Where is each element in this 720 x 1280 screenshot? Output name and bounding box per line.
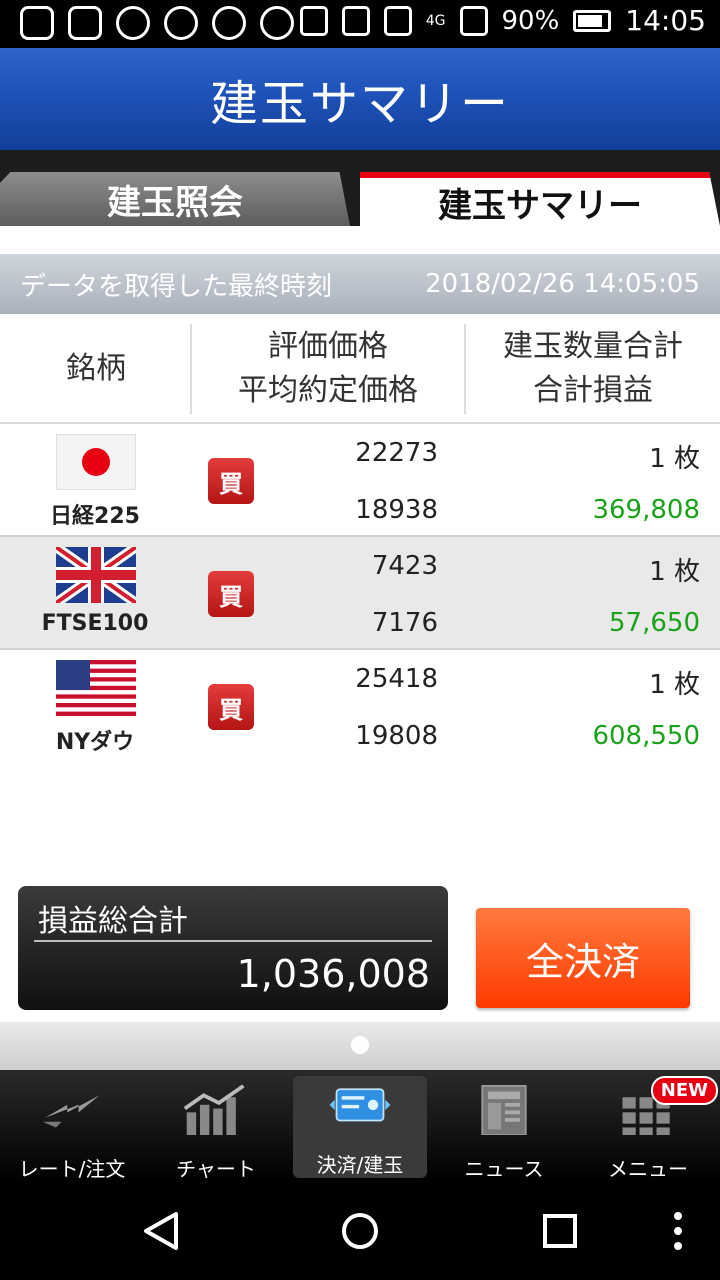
- nav-news[interactable]: ニュース: [432, 1070, 576, 1182]
- back-icon[interactable]: [140, 1210, 180, 1252]
- profit-loss: 57,650: [609, 608, 700, 638]
- symbol-name: 日経225: [50, 504, 140, 529]
- globe-search-icon: [116, 6, 150, 40]
- nav-label: ニュース: [464, 1157, 544, 1181]
- position-qty: 1 枚: [649, 670, 700, 700]
- table-header: 銘柄 評価価格 平均約定価格 建玉数量合計 合計損益: [0, 314, 720, 424]
- vibrate-icon: [341, 5, 370, 36]
- last-update-bar: データを取得した最終時刻 2018/02/26 14:05:05: [0, 254, 720, 314]
- battery-percent: 90%: [501, 5, 560, 36]
- symbol-name: NYダウ: [55, 730, 135, 755]
- last-update-timestamp: 2018/02/26 14:05:05: [425, 269, 700, 299]
- header-qty-label: 建玉数量合計: [503, 329, 683, 364]
- us-flag-icon: [56, 660, 136, 716]
- chat-notification-icon: [20, 6, 54, 40]
- network-type: 4G: [425, 12, 446, 29]
- system-status: 4G 90% 14:05: [299, 4, 706, 37]
- profit-loss: 369,808: [592, 495, 700, 525]
- summary-content: データを取得した最終時刻 2018/02/26 14:05:05 銘柄 評価価格…: [0, 226, 720, 1070]
- bluetooth-icon: [299, 5, 328, 36]
- avg-price: 18938: [355, 495, 438, 525]
- eval-price: 22273: [355, 438, 438, 468]
- battery-icon: [573, 9, 612, 32]
- news-icon: [481, 1084, 527, 1135]
- position-qty: 1 枚: [649, 444, 700, 474]
- page-indicator: [0, 1022, 720, 1070]
- recents-icon[interactable]: [542, 1210, 578, 1252]
- chart-icon: [183, 1084, 245, 1135]
- avg-price: 7176: [371, 608, 438, 638]
- header-avg-price-label: 平均約定価格: [238, 373, 418, 408]
- tab-position-inquiry[interactable]: 建玉照会: [0, 172, 350, 226]
- header-eval-price-label: 評価価格: [268, 329, 388, 364]
- last-update-label: データを取得した最終時刻: [20, 271, 333, 302]
- settlement-icon: [329, 1088, 391, 1122]
- clock: 14:05: [625, 4, 706, 37]
- buy-badge: 買: [208, 458, 254, 504]
- eval-price: 7423: [371, 551, 438, 581]
- rate-order-icon: [42, 1095, 100, 1128]
- notification-icons: [20, 6, 294, 40]
- more-options-icon[interactable]: [670, 1210, 686, 1252]
- eval-price: 25418: [355, 664, 438, 694]
- nav-label: チャート: [176, 1157, 256, 1181]
- nav-rate-order[interactable]: レート/注文: [0, 1070, 144, 1182]
- divider: [34, 940, 432, 942]
- bottom-navigation: レート/注文 チャート 決済/建玉 ニュース メニュー NEW: [0, 1070, 720, 1182]
- table-row[interactable]: NYダウ 買 25418 19808 1 枚 608,550: [0, 650, 720, 763]
- nav-settlement[interactable]: 決済/建玉: [293, 1076, 427, 1178]
- tab-bar: 建玉照会 建玉サマリー: [0, 150, 720, 226]
- header-pl-label: 合計損益: [533, 373, 653, 408]
- table-row[interactable]: 日経225 買 22273 18938 1 枚 369,808: [0, 424, 720, 537]
- close-all-button[interactable]: 全決済: [476, 908, 690, 1008]
- buy-badge: 買: [208, 571, 254, 617]
- cell-signal-icon: [459, 5, 488, 36]
- header-symbol: 銘柄: [0, 314, 192, 424]
- nav-menu[interactable]: メニュー NEW: [576, 1070, 720, 1182]
- nav-label: レート/注文: [18, 1157, 126, 1181]
- japan-flag-icon: [56, 434, 136, 490]
- nav-label: 決済/建玉: [316, 1153, 404, 1177]
- header-quantity: 建玉数量合計 合計損益: [466, 314, 720, 424]
- nav-label: メニュー: [608, 1157, 688, 1181]
- home-icon[interactable]: [340, 1210, 380, 1252]
- avg-price: 19808: [355, 721, 438, 751]
- uk-flag-icon: [56, 547, 136, 603]
- total-pl-value: 1,036,008: [236, 952, 430, 996]
- header-symbol-label: 銘柄: [66, 351, 126, 386]
- weather-icon: [212, 6, 246, 40]
- system-navigation-bar: [0, 1182, 720, 1280]
- profit-loss: 608,550: [592, 721, 700, 751]
- page-dot[interactable]: [351, 1036, 369, 1054]
- page-title: 建玉サマリー: [209, 76, 510, 132]
- nav-chart[interactable]: チャート: [144, 1070, 288, 1182]
- new-badge: NEW: [650, 1076, 718, 1105]
- gmail-notification-icon: [68, 6, 102, 40]
- header-price: 評価価格 平均約定価格: [192, 314, 464, 424]
- globe-search-icon: [260, 6, 294, 40]
- title-bar: 建玉サマリー: [0, 48, 720, 150]
- total-pl-label: 損益総合計: [38, 904, 188, 939]
- position-qty: 1 枚: [649, 557, 700, 587]
- table-row[interactable]: FTSE100 買 7423 7176 1 枚 57,650: [0, 537, 720, 650]
- symbol-name: FTSE100: [41, 611, 149, 636]
- total-pl-box: 損益総合計 1,036,008: [18, 886, 448, 1010]
- signal-notification-icon: [164, 6, 198, 40]
- tab-position-summary[interactable]: 建玉サマリー: [360, 172, 720, 226]
- buy-badge: 買: [208, 684, 254, 730]
- nfc-icon: [383, 5, 412, 36]
- status-bar: 4G 90% 14:05: [0, 0, 720, 48]
